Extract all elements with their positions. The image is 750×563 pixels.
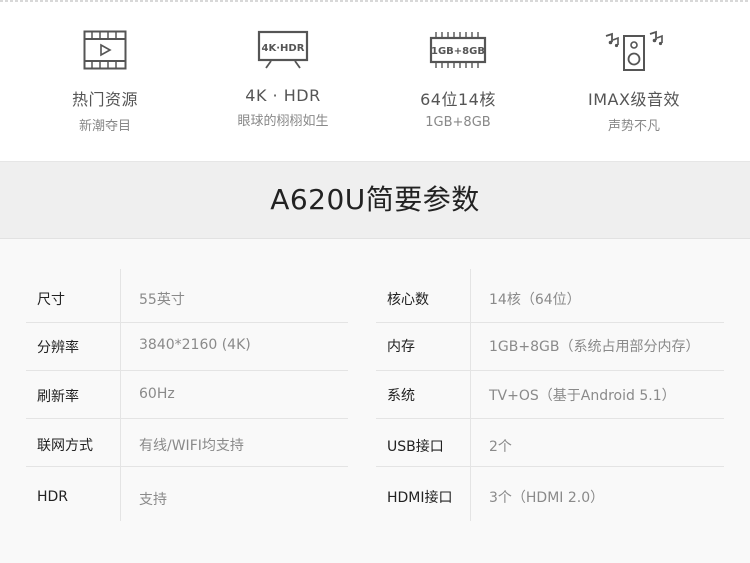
row-divider <box>376 466 724 467</box>
row-divider <box>26 322 348 323</box>
spec-value: 支持 <box>139 492 167 508</box>
spec-value: 14核（64位） <box>489 292 581 308</box>
spec-value: 有线/WIFI均支持 <box>139 438 244 454</box>
spec-value: 60Hz <box>139 386 175 402</box>
spec-value: 1GB+8GB（系统占用部分内存） <box>489 339 700 355</box>
spec-label: HDMI接口 <box>387 490 453 506</box>
svg-text:4K·HDR: 4K·HDR <box>262 43 305 54</box>
feature-title: 4K · HDR <box>245 86 321 105</box>
feature-subtitle: 声势不凡 <box>607 119 660 134</box>
film-icon <box>83 30 127 70</box>
feature-title: IMAX级音效 <box>588 90 680 109</box>
chip-icon: 1GB+8GB <box>429 32 487 68</box>
spec-label: 分辨率 <box>37 340 79 356</box>
spec-label: 内存 <box>387 339 415 355</box>
column-divider <box>120 269 121 521</box>
column-divider <box>470 269 471 521</box>
spec-value: TV+OS（基于Android 5.1） <box>489 388 676 404</box>
feature-subtitle: 新潮夺目 <box>78 119 131 134</box>
specs-title-band: A620U简要参数 <box>0 162 750 239</box>
spec-label: HDR <box>37 489 69 505</box>
row-divider <box>26 370 348 371</box>
feature-title: 64位14核 <box>420 90 496 109</box>
spec-value: 2个 <box>489 439 512 455</box>
specs-table: 尺寸 55英寸 分辨率 3840*2160 (4K) 刷新率 60Hz 联网方式… <box>0 239 750 563</box>
row-divider <box>26 466 348 467</box>
tv-4k-hdr-icon: 4K·HDR <box>257 30 309 69</box>
feature-imax-audio: IMAX级音效 声势不凡 <box>544 30 724 134</box>
speaker-icon <box>605 30 663 71</box>
row-divider <box>26 418 348 419</box>
spec-value: 55英寸 <box>139 292 185 308</box>
spec-label: 核心数 <box>387 292 429 308</box>
specs-title: A620U简要参数 <box>270 183 480 216</box>
feature-4k-hdr: 4K·HDR 4K · HDR 眼球的栩栩如生 <box>193 30 373 129</box>
spec-label: 系统 <box>387 388 415 404</box>
row-divider <box>376 370 724 371</box>
spec-label: 刷新率 <box>37 389 79 405</box>
row-divider <box>376 322 724 323</box>
spec-value: 3个（HDMI 2.0） <box>489 490 605 506</box>
feature-subtitle: 1GB+8GB <box>425 115 491 130</box>
feature-hot-resources: 热门资源 新潮夺目 <box>15 30 195 134</box>
spec-label: USB接口 <box>387 439 444 455</box>
feature-highlights: 热门资源 新潮夺目 4K·HDR 4K · HDR 眼球的栩栩如生 1GB+8G… <box>0 2 750 161</box>
feature-title: 热门资源 <box>71 90 138 109</box>
spec-value: 3840*2160 (4K) <box>139 337 251 353</box>
spec-label: 联网方式 <box>37 438 93 454</box>
row-divider <box>376 418 724 419</box>
feature-subtitle: 眼球的栩栩如生 <box>237 114 329 129</box>
feature-64bit-14core: 1GB+8GB 64位14核 1GB+8GB <box>368 30 548 130</box>
spec-label: 尺寸 <box>37 292 65 308</box>
svg-text:1GB+8GB: 1GB+8GB <box>431 46 485 57</box>
